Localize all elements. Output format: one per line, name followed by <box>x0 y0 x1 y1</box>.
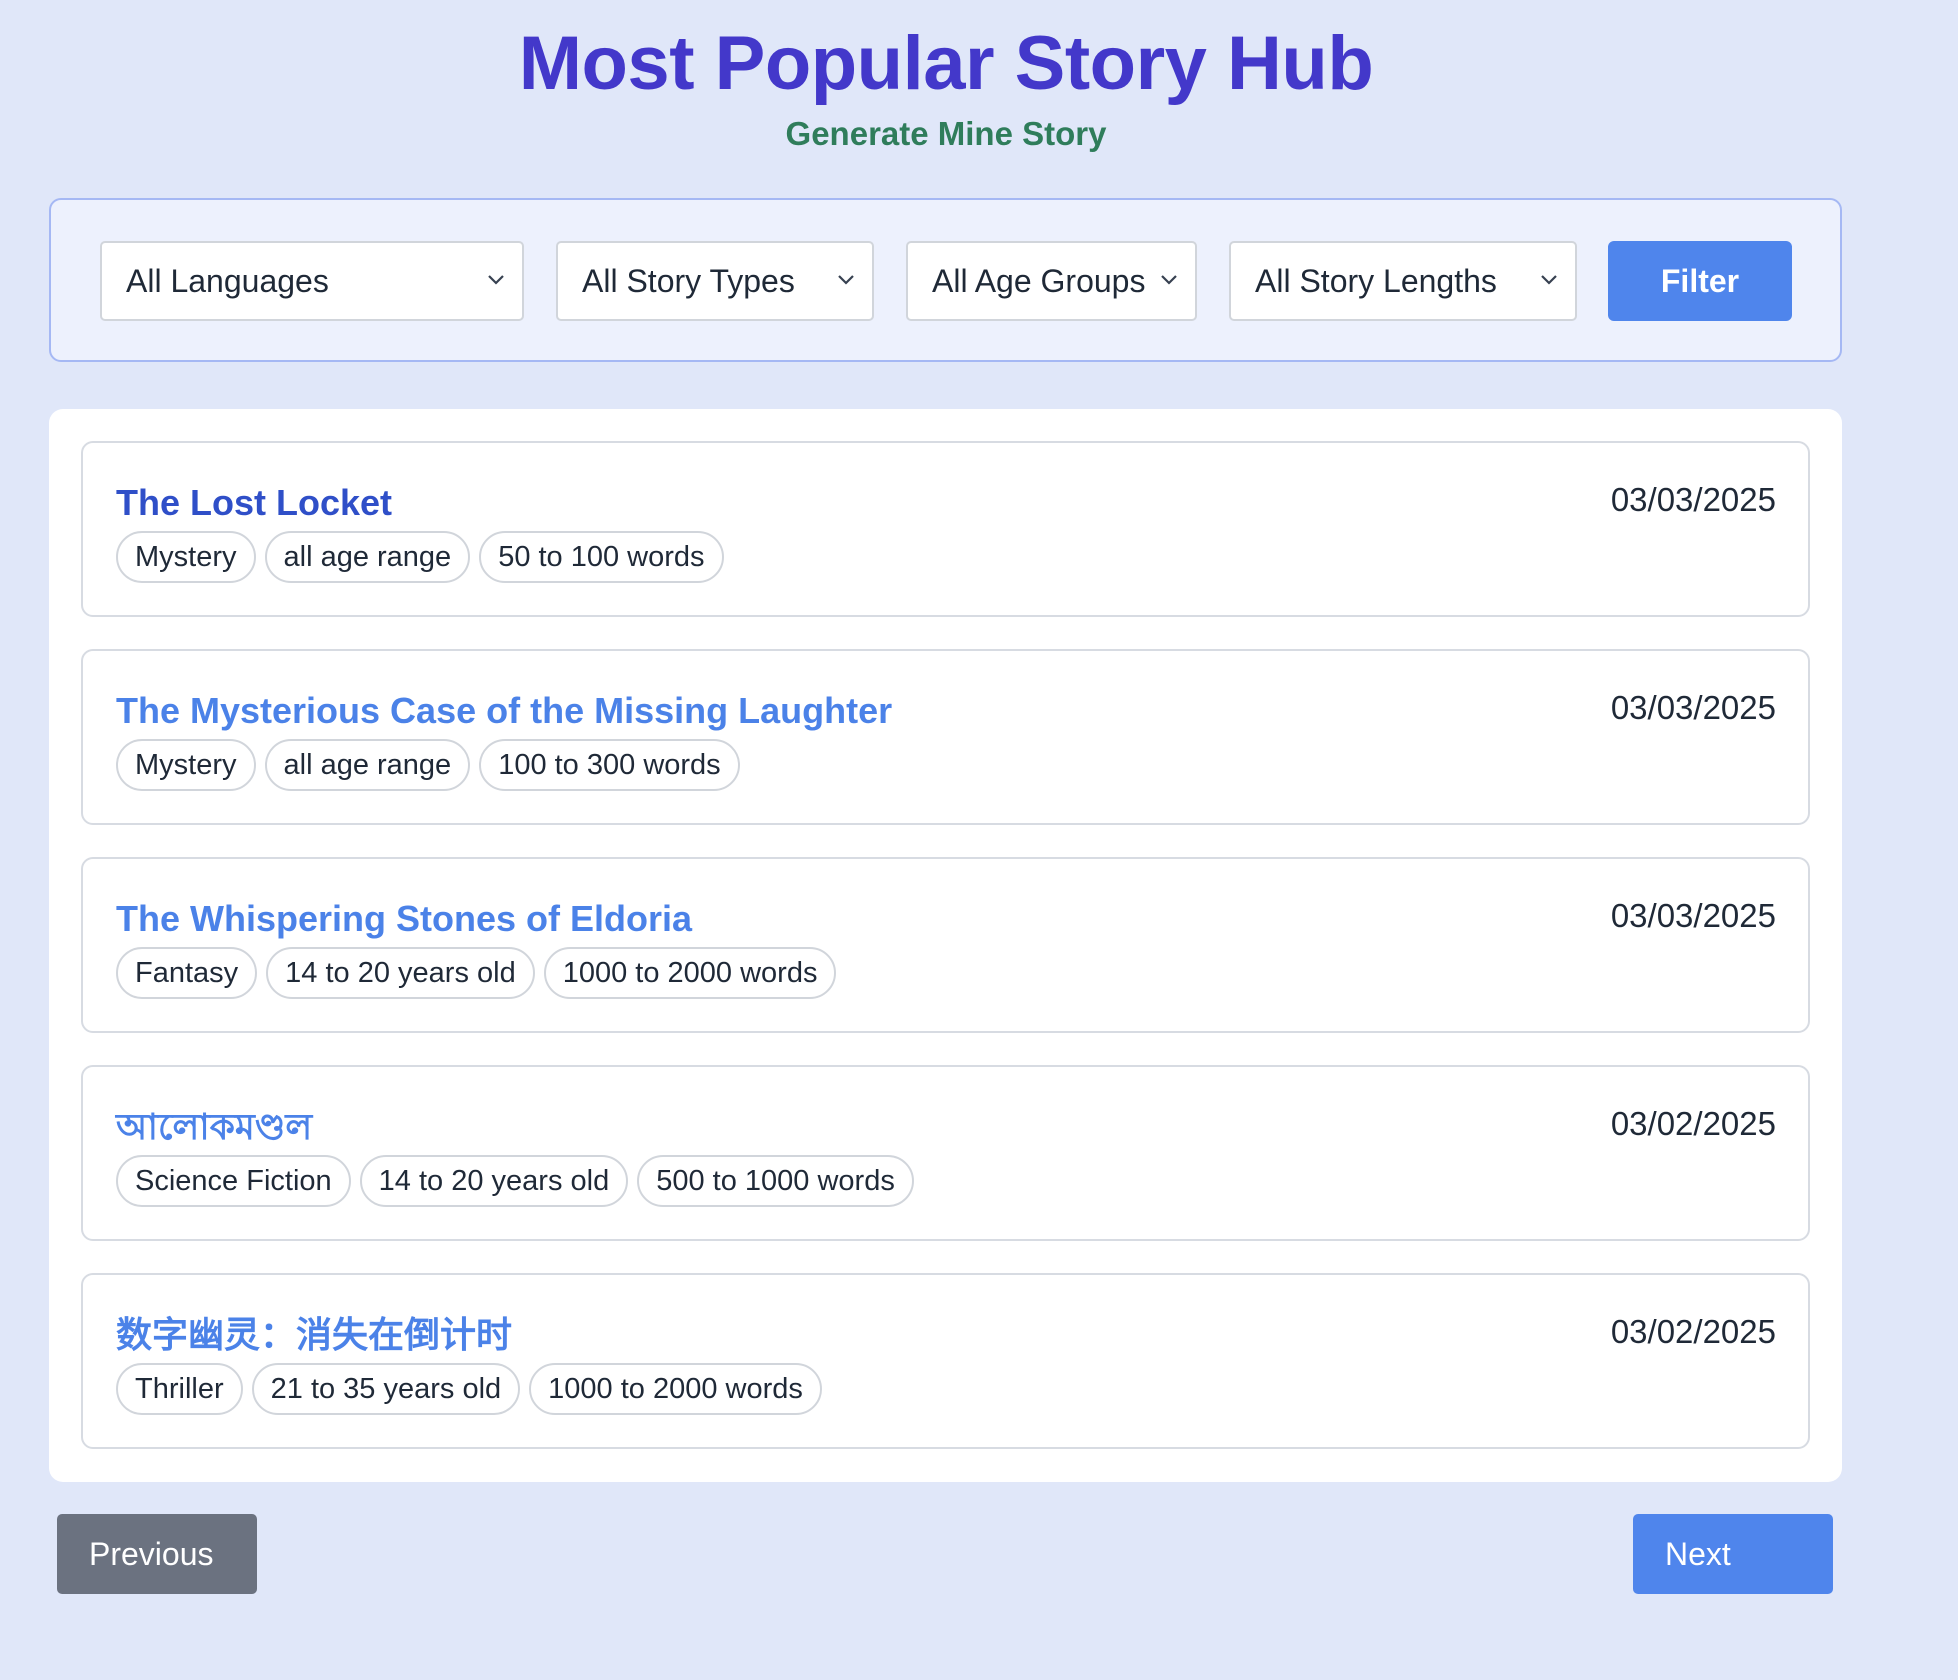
story-card[interactable]: The Whispering Stones of Eldoria 03/03/2… <box>81 857 1810 1033</box>
story-date: 03/02/2025 <box>1610 1313 1776 1350</box>
page-title: Most Popular Story Hub <box>518 21 1374 106</box>
story-type-tag: Mystery <box>116 531 256 583</box>
story-title-link[interactable]: আলোকমণ্ডল <box>116 1105 312 1149</box>
story-length-tag: 100 to 300 words <box>479 739 740 791</box>
story-title-link[interactable]: The Whispering Stones of Eldoria <box>116 897 692 941</box>
filter-panel: All Languages All Story Types All Age Gr… <box>49 198 1842 362</box>
story-length-select[interactable]: All Story Lengths <box>1229 241 1577 321</box>
chevron-down-icon <box>1541 275 1557 285</box>
language-select[interactable]: All Languages <box>100 241 524 321</box>
filter-button[interactable]: Filter <box>1608 241 1792 321</box>
story-card[interactable]: The Lost Locket 03/03/2025 Mystery all a… <box>81 441 1810 617</box>
story-type-tag: Mystery <box>116 739 256 791</box>
story-tags: Mystery all age range 100 to 300 words <box>116 739 740 791</box>
story-type-select-value: All Story Types <box>582 263 795 299</box>
chevron-down-icon <box>838 275 854 285</box>
age-range-tag: 14 to 20 years old <box>359 1155 629 1207</box>
story-length-tag: 50 to 100 words <box>479 531 724 583</box>
age-range-tag: 21 to 35 years old <box>251 1363 521 1415</box>
language-select-value: All Languages <box>126 263 329 299</box>
next-button[interactable]: Next <box>1633 1514 1833 1594</box>
age-range-tag: all age range <box>264 531 471 583</box>
story-type-tag: Science Fiction <box>116 1155 351 1207</box>
story-type-tag: Fantasy <box>116 947 258 999</box>
story-date: 03/03/2025 <box>1610 689 1776 726</box>
age-range-tag: all age range <box>264 739 471 791</box>
story-tags: Thriller 21 to 35 years old 1000 to 2000… <box>116 1363 822 1415</box>
story-tags: Fantasy 14 to 20 years old 1000 to 2000 … <box>116 947 837 999</box>
age-group-select[interactable]: All Age Groups <box>906 241 1197 321</box>
generate-story-link[interactable]: Generate Mine Story <box>0 114 1892 154</box>
story-list: The Lost Locket 03/03/2025 Mystery all a… <box>49 409 1842 1482</box>
story-card[interactable]: আলোকমণ্ডল 03/02/2025 Science Fiction 14 … <box>81 1065 1810 1241</box>
story-date: 03/03/2025 <box>1610 481 1776 518</box>
age-group-select-value: All Age Groups <box>932 263 1146 299</box>
story-card[interactable]: The Mysterious Case of the Missing Laugh… <box>81 649 1810 825</box>
story-date: 03/03/2025 <box>1610 897 1776 934</box>
previous-button[interactable]: Previous <box>57 1514 257 1594</box>
story-tags: Mystery all age range 50 to 100 words <box>116 531 724 583</box>
story-date: 03/02/2025 <box>1610 1105 1776 1142</box>
story-type-select[interactable]: All Story Types <box>556 241 874 321</box>
story-card[interactable]: 数字幽灵：消失在倒计时 03/02/2025 Thriller 21 to 35… <box>81 1273 1810 1449</box>
story-title-link[interactable]: 数字幽灵：消失在倒计时 <box>116 1313 512 1357</box>
story-length-select-value: All Story Lengths <box>1255 263 1497 299</box>
page-header: Most Popular Story Hub Generate Mine Sto… <box>0 20 1892 154</box>
story-type-tag: Thriller <box>116 1363 243 1415</box>
chevron-down-icon <box>1161 275 1177 285</box>
story-length-tag: 500 to 1000 words <box>637 1155 914 1207</box>
story-title-link[interactable]: The Lost Locket <box>116 481 392 525</box>
age-range-tag: 14 to 20 years old <box>266 947 535 999</box>
story-tags: Science Fiction 14 to 20 years old 500 t… <box>116 1155 914 1207</box>
story-title-link[interactable]: The Mysterious Case of the Missing Laugh… <box>116 689 892 733</box>
story-length-tag: 1000 to 2000 words <box>543 947 837 999</box>
story-length-tag: 1000 to 2000 words <box>529 1363 822 1415</box>
chevron-down-icon <box>488 275 504 285</box>
